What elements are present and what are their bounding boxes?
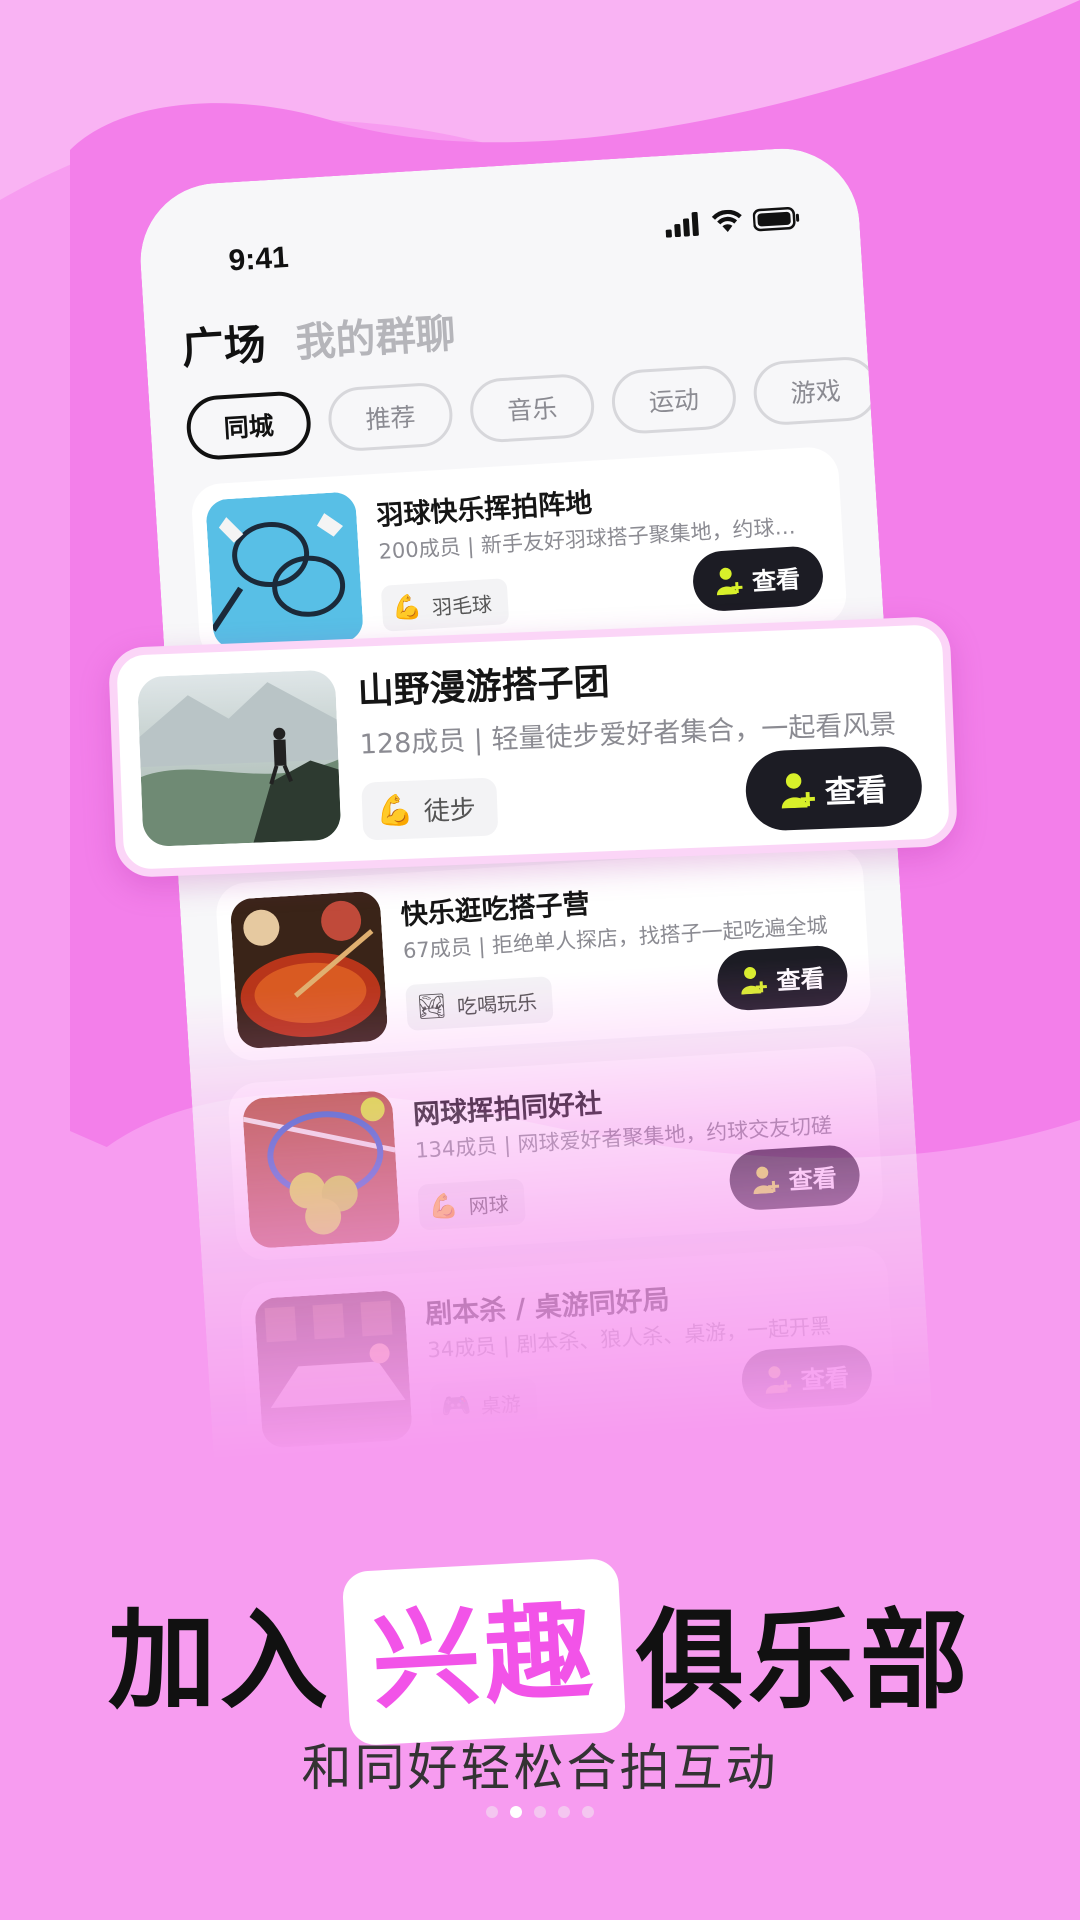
group-tag: 💪 羽毛球: [380, 578, 510, 632]
chip-music[interactable]: 音乐: [468, 372, 597, 444]
group-tag: 💪 网球: [417, 1178, 526, 1231]
group-tag-label: 羽毛球: [431, 591, 493, 620]
chip-games[interactable]: 游戏: [751, 355, 880, 427]
chip-recommend[interactable]: 推荐: [326, 381, 455, 453]
phone-mockup: 9:41 广场 我的群聊 同城 推荐 音乐 运动 游戏 羽球快乐挥拍阵地 200…: [135, 144, 942, 1606]
status-icons: [665, 206, 802, 238]
gamepad-icon: 🎮: [440, 1390, 472, 1421]
featured-view-button[interactable]: 查看: [744, 745, 924, 832]
phone-screen: 9:41 广场 我的群聊 同城 推荐 音乐 运动 游戏 羽球快乐挥拍阵地 200…: [135, 144, 942, 1606]
view-button-label: 查看: [775, 964, 826, 995]
view-button[interactable]: 查看: [727, 1143, 862, 1212]
promo-headline: 加入 兴趣 俱乐部: [0, 1557, 1080, 1747]
view-button[interactable]: 查看: [691, 544, 825, 613]
hiking-thumbnail: [137, 669, 342, 848]
headline-before: 加入: [107, 1599, 332, 1724]
add-person-icon: [781, 773, 815, 809]
featured-view-button-label: 查看: [824, 771, 888, 811]
muscle-icon: 💪: [391, 592, 423, 623]
featured-tag: 💪 徒步: [361, 777, 499, 841]
view-button-label: 查看: [800, 1363, 850, 1395]
headline-highlight: 兴趣: [341, 1557, 627, 1747]
signal-icon: [665, 211, 699, 238]
wifi-icon: [711, 209, 742, 232]
badminton-thumbnail: [205, 491, 365, 651]
group-tag: 🎮 桌游: [429, 1377, 539, 1431]
group-list: 羽球快乐挥拍阵地 200成员 | 新手友好羽球搭子聚集地，约球打卡 💪 羽毛球 …: [190, 445, 898, 1484]
muscle-icon: 💪: [427, 1191, 460, 1222]
chip-sports[interactable]: 运动: [610, 363, 738, 436]
group-tag: 🏞 吃喝玩乐: [405, 976, 555, 1032]
chip-local[interactable]: 同城: [184, 389, 313, 462]
page-dot[interactable]: [558, 1806, 570, 1818]
add-person-icon: [753, 1166, 780, 1195]
featured-group-card[interactable]: 山野漫游搭子团 128成员 | 轻量徒步爱好者集合，一起看风景 💪 徒步 查看: [107, 615, 959, 879]
headline-after: 俱乐部: [636, 1599, 973, 1724]
tab-my-groups[interactable]: 我的群聊: [294, 301, 457, 369]
page-dot[interactable]: [582, 1806, 594, 1818]
board-game-thumbnail: [254, 1289, 413, 1449]
category-chips: 同城 推荐 音乐 运动 游戏: [184, 355, 880, 462]
view-button-label: 查看: [787, 1163, 838, 1195]
tab-square[interactable]: 广场: [180, 310, 268, 376]
page-dot[interactable]: [534, 1806, 546, 1818]
picture-icon: 🏞: [415, 991, 448, 1022]
view-button[interactable]: 查看: [740, 1343, 874, 1412]
add-person-icon: [765, 1366, 792, 1394]
page-dot[interactable]: [486, 1806, 498, 1818]
top-tabs: 广场 我的群聊: [180, 299, 457, 377]
view-button[interactable]: 查看: [715, 944, 850, 1012]
group-tag-label: 吃喝玩乐: [456, 989, 538, 1019]
add-person-icon: [741, 967, 768, 995]
add-person-icon: [716, 567, 743, 596]
muscle-icon: 💪: [375, 792, 415, 829]
battery-icon: [752, 207, 800, 232]
page-indicator: [0, 1806, 1080, 1818]
featured-title: 山野漫游搭子团: [356, 662, 611, 713]
group-card[interactable]: 快乐逛吃搭子营 67成员 | 拒绝单人探店，找搭子一起吃遍全城 🏞 吃喝玩乐 查…: [214, 844, 873, 1063]
group-tag-label: 桌游: [480, 1391, 522, 1418]
view-button-label: 查看: [751, 564, 801, 596]
promo-subline: 和同好轻松合拍互动: [301, 1739, 779, 1797]
tennis-thumbnail: [241, 1090, 401, 1249]
group-card[interactable]: 网球挥拍同好社 134成员 | 网球爱好者聚集地，约球交友切磋 💪 网球 查看: [226, 1044, 885, 1262]
status-time: 9:41: [227, 240, 290, 278]
group-tag-label: 网球: [467, 1191, 510, 1219]
featured-tag-label: 徒步: [423, 794, 477, 827]
page-dot-active[interactable]: [510, 1806, 522, 1818]
group-card[interactable]: 剧本杀 / 桌游同好局 34成员 | 剧本杀、狼人杀、桌游，一起开黑 🎮 桌游 …: [239, 1244, 897, 1462]
hotpot-thumbnail: [229, 890, 389, 1050]
